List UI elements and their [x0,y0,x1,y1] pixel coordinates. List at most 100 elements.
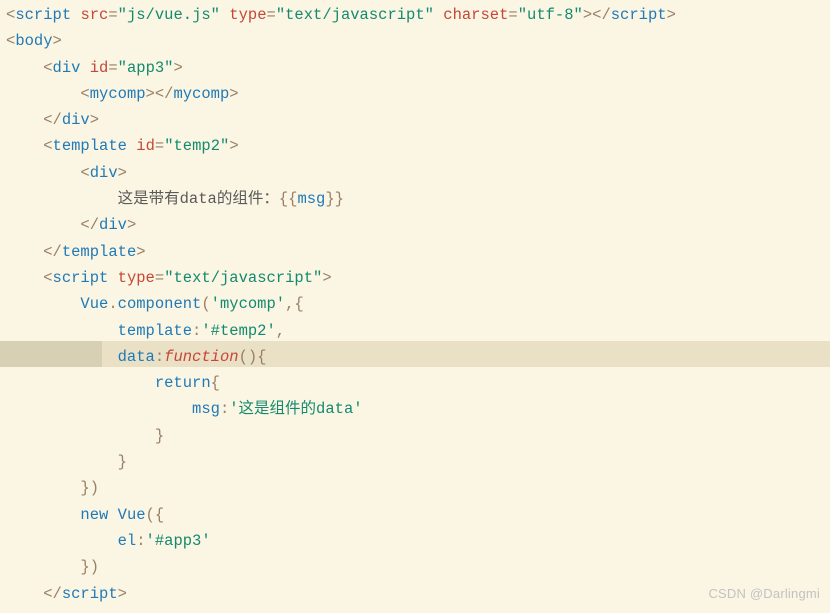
code-token: template [53,137,127,155]
code-token [6,348,118,366]
code-token [127,137,136,155]
code-token: < [6,6,15,24]
code-token [6,111,43,129]
code-token: } [155,427,164,445]
code-token [6,137,43,155]
code-token [6,59,43,77]
code-token: Vue [118,506,146,524]
code-token: < [80,164,89,182]
code-token: script [611,6,667,24]
code-token: type [229,6,266,24]
code-token: Vue [80,295,108,313]
code-token: > [229,85,238,103]
code-token: < [43,59,52,77]
code-token [6,585,43,603]
code-token: ,{ [285,295,304,313]
code-token: > [173,59,182,77]
code-token: = [508,6,517,24]
code-token: '这是组件的data' [229,400,362,418]
code-token: > [229,137,238,155]
code-token: 'mycomp' [211,295,285,313]
code-token: {{ [279,190,298,208]
code-token [6,295,80,313]
code-token: ></ [583,6,611,24]
code-token [108,506,117,524]
code-token: id [90,59,109,77]
code-token [6,427,155,445]
code-token: new [80,506,108,524]
code-token: src [80,6,108,24]
code-token [6,322,118,340]
code-token: </ [43,111,62,129]
code-token: function [164,348,238,366]
code-token: } [118,453,127,471]
code-token: = [108,6,117,24]
code-token: }) [80,479,99,497]
code-token [108,269,117,287]
code-token: component [118,295,202,313]
code-token: return [155,374,211,392]
code-token [220,6,229,24]
code-token: > [136,243,145,261]
code-token [6,374,155,392]
code-token: { [211,374,220,392]
code-token: }} [325,190,344,208]
code-token [6,506,80,524]
code-token [6,216,80,234]
code-token: "text/javascript" [276,6,434,24]
code-token: = [267,6,276,24]
code-token [6,400,192,418]
code-token: script [62,585,118,603]
code-token [6,164,80,182]
code-token: </ [43,585,62,603]
code-token: : [220,400,229,418]
code-token: body [15,32,52,50]
code-token: < [43,137,52,155]
code-token: = [108,59,117,77]
code-token: template [118,322,192,340]
code-token: div [90,164,118,182]
code-token: (){ [239,348,267,366]
code-token: data [118,348,155,366]
code-token: "js/vue.js" [118,6,220,24]
code-token: ( [201,295,210,313]
code-token: = [155,269,164,287]
code-token: : [155,348,164,366]
code-token: : [192,322,201,340]
code-token: mycomp [90,85,146,103]
code-token: > [667,6,676,24]
code-token: > [127,216,136,234]
code-token: > [53,32,62,50]
code-token: > [322,269,331,287]
code-token: }) [80,558,99,576]
code-token: type [118,269,155,287]
code-token: div [99,216,127,234]
code-token [434,6,443,24]
code-token [6,532,118,550]
code-token: ></ [146,85,174,103]
code-token: > [90,111,99,129]
code-token: mycomp [173,85,229,103]
code-token [6,558,80,576]
code-token: template [62,243,136,261]
code-token: > [118,585,127,603]
code-token: id [136,137,155,155]
code-token: "text/javascript" [164,269,322,287]
code-token: ({ [146,506,165,524]
code-token: el [118,532,137,550]
code-token: script [53,269,109,287]
code-token: msg [297,190,325,208]
code-token: </ [43,243,62,261]
code-token: > [118,164,127,182]
code-token: = [155,137,164,155]
code-block: <script src="js/vue.js" type="text/javas… [0,0,830,607]
code-token: , [276,322,285,340]
code-token: charset [443,6,508,24]
code-token: "utf-8" [518,6,583,24]
code-token: '#app3' [146,532,211,550]
code-token: script [15,6,71,24]
code-token [6,479,80,497]
code-token: < [6,32,15,50]
code-token: . [108,295,117,313]
code-token: div [53,59,81,77]
